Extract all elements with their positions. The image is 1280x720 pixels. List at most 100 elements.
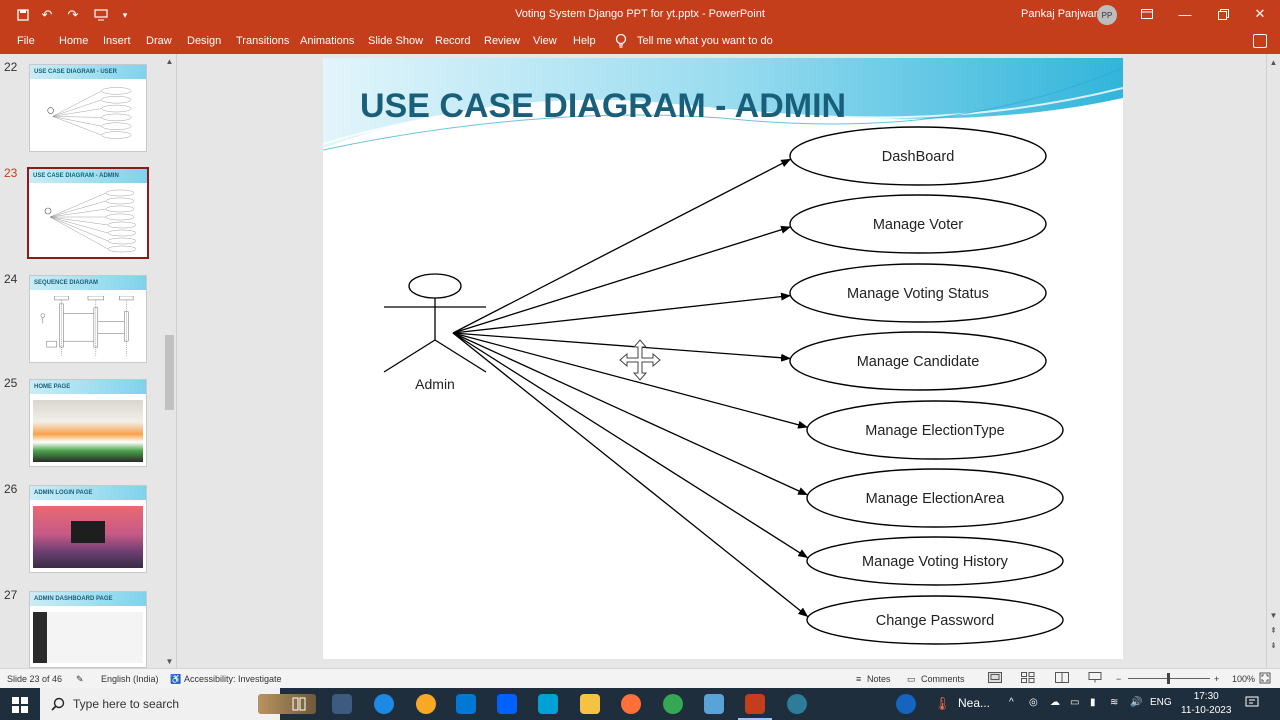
app-icon[interactable] (787, 694, 807, 714)
firefox-icon[interactable] (621, 694, 641, 714)
windows-start-icon[interactable] (12, 697, 28, 716)
dropbox-icon[interactable] (497, 694, 517, 714)
comment-icon[interactable] (1253, 34, 1267, 48)
editor-scrollbar[interactable]: ▲ ▼ ⇞ ⇟ (1266, 54, 1280, 668)
help-icon[interactable] (896, 694, 916, 714)
slide-title[interactable]: USE CASE DIAGRAM - ADMIN (360, 87, 846, 125)
use-case-label: Manage Voting History (862, 554, 1009, 570)
taskbar: Type here to search 🌡 Nea... ^ ◎ ☁ ▭ ▮ ≋… (0, 688, 1280, 720)
scroll-up-icon[interactable]: ▲ (1267, 56, 1280, 68)
tab-animations[interactable]: Animations (300, 35, 354, 47)
tab-file[interactable]: File (17, 35, 35, 47)
thumb-number: 26 (4, 482, 18, 496)
taskbar-search-box[interactable]: Type here to search (40, 688, 316, 720)
scroll-thumb[interactable] (165, 335, 174, 410)
pycharm-icon[interactable] (332, 694, 352, 714)
search-highlight-image (258, 694, 316, 714)
wifi-icon[interactable]: ≋ (1110, 697, 1118, 708)
tab-design[interactable]: Design (187, 35, 221, 47)
tab-record[interactable]: Record (435, 35, 470, 47)
zoom-level[interactable]: 100% (1232, 674, 1255, 684)
store-icon[interactable] (456, 694, 476, 714)
meet-icon[interactable]: ◎ (1029, 697, 1038, 708)
touch-mode-icon[interactable] (90, 6, 112, 24)
tab-slide-show[interactable]: Slide Show (368, 35, 423, 47)
temperature-icon[interactable]: 🌡 (934, 696, 951, 712)
thumb-preview (33, 506, 143, 568)
minimize-icon[interactable]: — (1172, 4, 1198, 24)
slide-thumbnail-25[interactable]: HOME PAGE (29, 379, 147, 467)
tab-view[interactable]: View (533, 35, 557, 47)
customize-icon[interactable]: ▾ (114, 6, 136, 24)
tell-me-search[interactable]: Tell me what you want to do (637, 35, 773, 47)
language-indicator[interactable]: ENG (1150, 697, 1172, 708)
tab-insert[interactable]: Insert (103, 35, 131, 47)
fit-to-window-icon[interactable] (1259, 672, 1271, 686)
next-slide-icon[interactable]: ⇟ (1267, 639, 1280, 651)
scroll-down-icon[interactable]: ▼ (163, 655, 176, 667)
show-hidden-icons-icon[interactable]: ^ (1009, 697, 1014, 708)
accessibility-icon[interactable]: ♿ (170, 674, 181, 685)
actor-admin[interactable] (383, 273, 487, 373)
avatar[interactable]: PP (1097, 5, 1117, 25)
mysql-icon[interactable] (538, 694, 558, 714)
language-status[interactable]: English (India) (101, 674, 159, 684)
login-box (71, 521, 105, 543)
tab-draw[interactable]: Draw (146, 35, 172, 47)
ribbon-display-icon[interactable] (1134, 4, 1160, 24)
file-explorer-icon[interactable] (580, 694, 600, 714)
powerpoint-icon[interactable] (745, 694, 765, 714)
previous-slide-icon[interactable]: ⇞ (1267, 624, 1280, 636)
weather-text[interactable]: Nea... (958, 696, 990, 710)
chrome-icon[interactable] (663, 694, 683, 714)
edge-icon[interactable] (374, 694, 394, 714)
comments-button[interactable]: Comments (921, 674, 965, 684)
reading-view-icon[interactable] (1055, 672, 1069, 685)
scroll-up-icon[interactable]: ▲ (163, 55, 176, 67)
close-icon[interactable]: ✕ (1247, 4, 1273, 24)
battery-icon[interactable]: ▮ (1090, 697, 1096, 708)
spelling-icon[interactable]: ✎ (76, 674, 84, 685)
use-case-group: DashBoard Manage Voter Manage Voting Statu… (452, 126, 1064, 645)
thumbnail-scrollbar[interactable]: ▲ ▼ (163, 55, 176, 667)
notepad-icon[interactable] (704, 694, 724, 714)
association-arrow-manage-electiontype (452, 332, 809, 429)
onedrive-icon[interactable]: ☁ (1050, 697, 1060, 708)
user-name[interactable]: Pankaj Panjwani (1021, 8, 1102, 20)
thumb-title: HOME PAGE (34, 384, 71, 390)
app-icon[interactable] (416, 694, 436, 714)
redo-icon[interactable]: ↷ (62, 6, 84, 24)
notes-button[interactable]: Notes (867, 674, 891, 684)
slide-thumbnail-22[interactable]: USE CASE DIAGRAM - USER (29, 64, 147, 152)
notes-icon[interactable]: ≡ (856, 674, 861, 684)
display-icon[interactable]: ▭ (1070, 697, 1079, 708)
clock[interactable]: 17:30 11-10-2023 (1181, 690, 1231, 718)
tab-review[interactable]: Review (484, 35, 520, 47)
slide-canvas[interactable]: USE CASE DIAGRAM - ADMIN Admin DashBoard… (323, 58, 1123, 659)
save-icon[interactable] (12, 6, 34, 24)
comments-icon[interactable]: ▭ (907, 674, 916, 685)
zoom-out-icon[interactable]: − (1116, 674, 1121, 684)
slide-thumbnail-24[interactable]: SEQUENCE DIAGRAM (29, 275, 147, 363)
slide-counter[interactable]: Slide 23 of 46 (7, 674, 62, 684)
zoom-in-icon[interactable]: + (1214, 674, 1219, 684)
task-view-icon[interactable] (292, 697, 306, 714)
slide-show-icon[interactable] (1088, 672, 1102, 685)
tab-transitions[interactable]: Transitions (236, 35, 289, 47)
accessibility-status[interactable]: Accessibility: Investigate (184, 674, 282, 684)
slide-sorter-icon[interactable] (1021, 672, 1035, 685)
volume-icon[interactable]: 🔊 (1130, 697, 1142, 708)
tab-home[interactable]: Home (59, 35, 88, 47)
slide-thumbnail-23[interactable]: USE CASE DIAGRAM - ADMIN (27, 167, 149, 259)
notifications-icon[interactable] (1245, 696, 1259, 713)
slide-thumbnail-26[interactable]: ADMIN LOGIN PAGE (29, 485, 147, 573)
scroll-down-icon[interactable]: ▼ (1267, 609, 1280, 621)
normal-view-icon[interactable] (988, 672, 1002, 685)
title-bar: ↶ ↷ ▾ Voting System Django PPT for yt.pp… (0, 0, 1280, 30)
thumb-title: ADMIN LOGIN PAGE (34, 490, 93, 496)
maximize-icon[interactable] (1210, 4, 1236, 24)
tab-help[interactable]: Help (573, 35, 596, 47)
zoom-slider-handle[interactable] (1167, 673, 1170, 684)
slide-thumbnail-27[interactable]: ADMIN DASHBOARD PAGE (29, 591, 147, 668)
undo-icon[interactable]: ↶ (36, 6, 58, 24)
